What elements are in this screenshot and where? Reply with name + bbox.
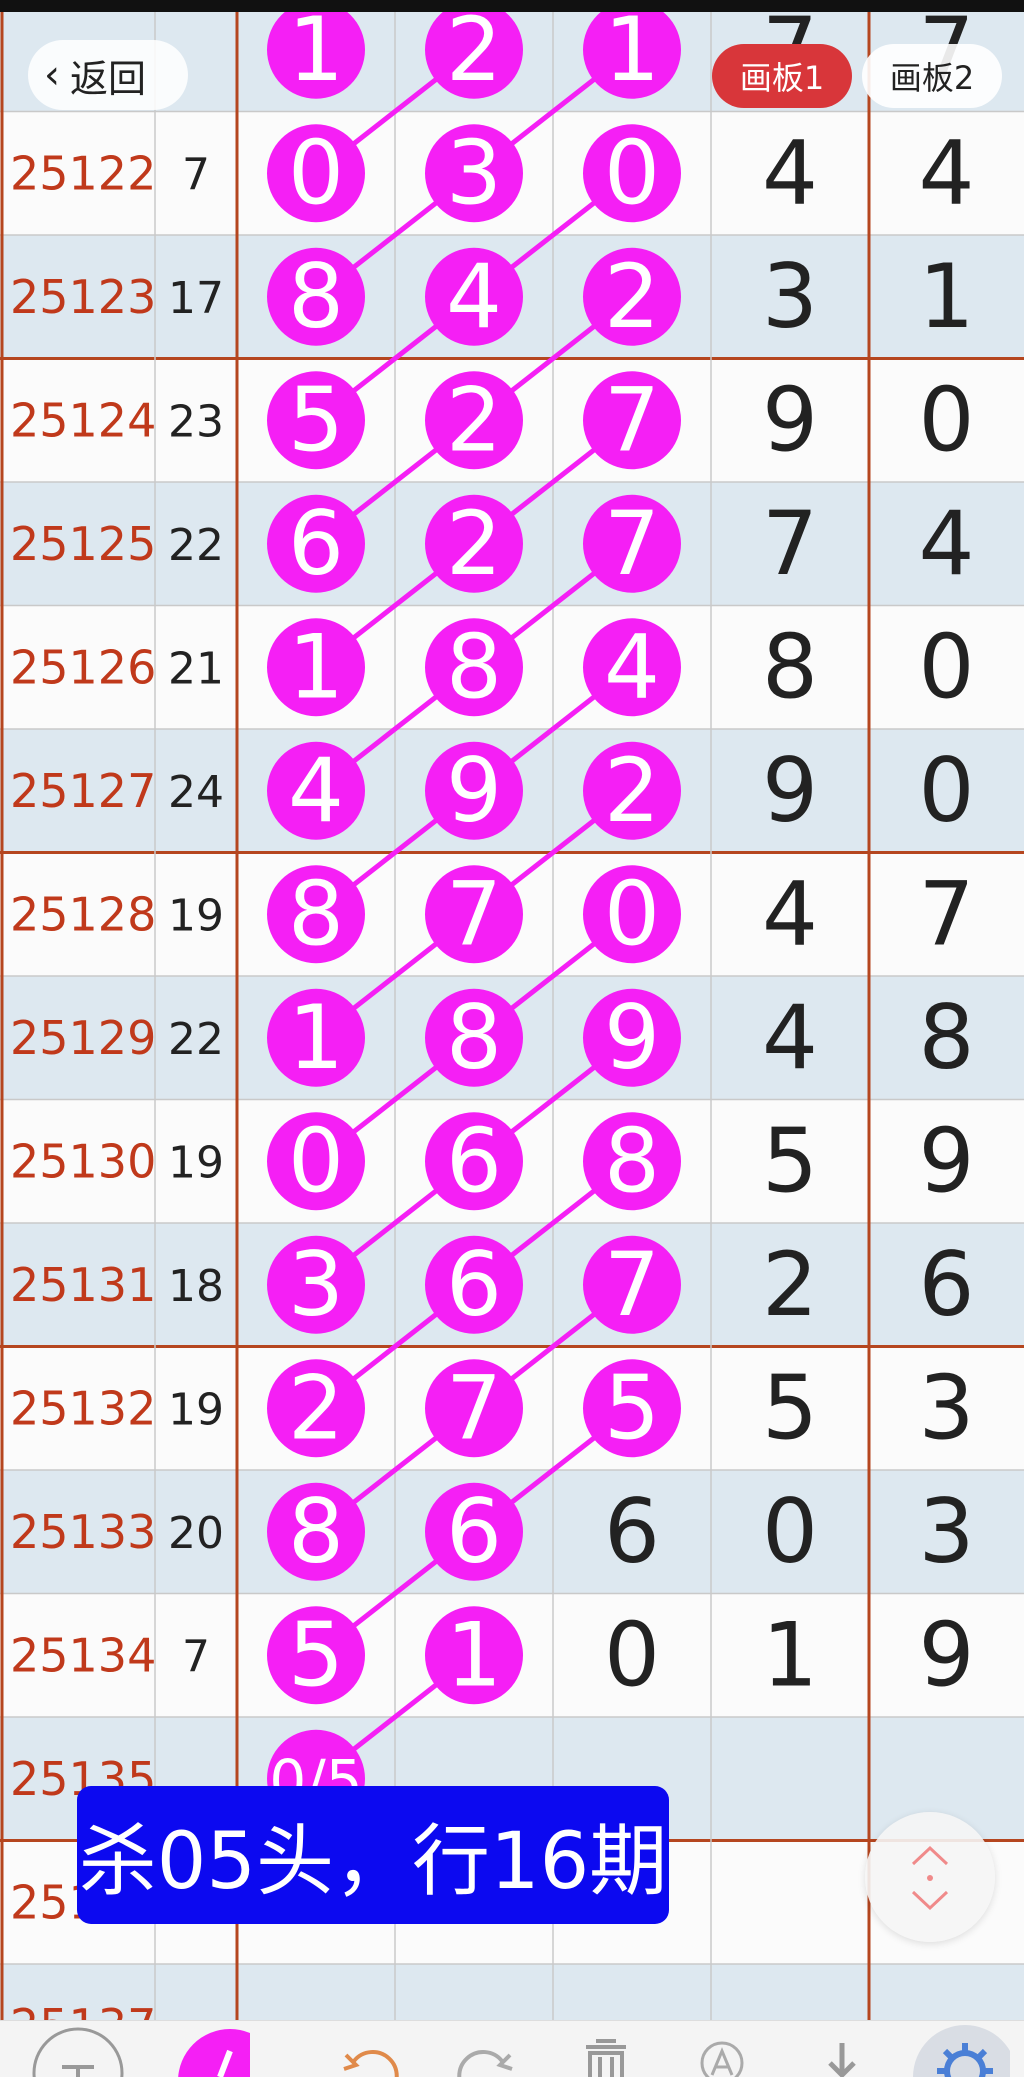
- scroll-arrows-icon: [911, 1845, 949, 1911]
- trend-chart-grid: 25122 725123 1725124 2325125 2225126 2125127 2…: [0, 0, 1024, 2020]
- digit-cell: 5: [762, 1109, 818, 1212]
- issue-number: 25123: [10, 270, 156, 324]
- digit-cell: 0: [919, 739, 975, 842]
- sum-value: 7: [182, 1631, 210, 1682]
- back-label: 返回: [70, 56, 147, 101]
- sum-value: 21: [168, 643, 224, 694]
- issue-number: 25130: [10, 1134, 156, 1188]
- digit-cell: 6: [919, 1233, 975, 1336]
- issue-number: 25134: [10, 1628, 156, 1682]
- tab-board-2[interactable]: 画板2: [862, 44, 1002, 108]
- digit-cell: 0: [762, 1480, 818, 1583]
- digit-cell: 2: [762, 1233, 818, 1336]
- chevron-left-icon: ‹: [44, 52, 60, 98]
- kill-head-banner: 杀05头，行16期: [77, 1786, 669, 1924]
- issue-number: 25126: [10, 640, 156, 694]
- sum-value: 20: [168, 1508, 224, 1559]
- digit-cell: 8: [762, 615, 818, 718]
- issue-number: 25129: [10, 1011, 156, 1065]
- sum-value: 22: [168, 520, 224, 571]
- trash-icon[interactable]: [556, 2021, 656, 2077]
- issue-number: 25131: [10, 1258, 156, 1312]
- issue-number: 25128: [10, 887, 156, 941]
- digit-cell: 1: [762, 1603, 818, 1706]
- issue-number: 25124: [10, 393, 156, 447]
- issue-number: 25125: [10, 517, 156, 571]
- digit-cell: 0: [604, 1603, 660, 1706]
- undo-icon[interactable]: [318, 2021, 418, 2077]
- digit-cell: 7: [762, 492, 818, 595]
- digit-cell: 1: [919, 245, 975, 348]
- status-bar: [0, 0, 1024, 12]
- digit-cell: 9: [762, 368, 818, 471]
- scroll-toggle-button[interactable]: [865, 1812, 995, 1942]
- download-icon[interactable]: [792, 2021, 892, 2077]
- sum-value: 22: [168, 1014, 224, 1065]
- digit-cell: 9: [919, 1603, 975, 1706]
- digit-cell: 3: [919, 1480, 975, 1583]
- digit-cell: 7: [919, 862, 975, 965]
- sum-value: 17: [168, 273, 224, 324]
- bottom-toolbar: [0, 2020, 1024, 2077]
- sum-value: 19: [168, 1137, 224, 1188]
- sum-value: 24: [168, 767, 224, 818]
- issue-number: 25122: [10, 146, 156, 200]
- sum-value: 7: [182, 149, 210, 200]
- issue-number: 25132: [10, 1381, 156, 1435]
- digit-cell: 9: [762, 739, 818, 842]
- sum-value: 19: [168, 1384, 224, 1435]
- text-icon[interactable]: [28, 2021, 128, 2077]
- pen-icon[interactable]: [150, 2021, 250, 2077]
- issue-number: 25133: [10, 1505, 156, 1559]
- sum-value: 18: [168, 1261, 224, 1312]
- settings-icon[interactable]: [910, 2021, 1010, 2077]
- digit-cell: 4: [762, 862, 818, 965]
- digit-cell: 5: [762, 1356, 818, 1459]
- auto-icon[interactable]: [672, 2021, 772, 2077]
- digit-cell: 4: [762, 986, 818, 1089]
- digit-cell: 3: [919, 1356, 975, 1459]
- sum-value: 23: [168, 396, 224, 447]
- sum-value: 19: [168, 890, 224, 941]
- tab-board-1[interactable]: 画板1: [712, 44, 852, 108]
- digit-cell: 6: [604, 1480, 660, 1583]
- digit-cell: 4: [919, 121, 975, 224]
- digit-cell: 0: [919, 368, 975, 471]
- back-button[interactable]: ‹ 返回: [28, 40, 188, 110]
- issue-number: 25137: [10, 1999, 156, 2020]
- digit-cell: 4: [762, 121, 818, 224]
- issue-number: 25127: [10, 764, 156, 818]
- digit-cell: 9: [919, 1109, 975, 1212]
- redo-icon[interactable]: [438, 2021, 538, 2077]
- digit-cell: 8: [919, 986, 975, 1089]
- digit-cell: 4: [919, 492, 975, 595]
- digit-cell: 0: [919, 615, 975, 718]
- digit-cell: 3: [762, 245, 818, 348]
